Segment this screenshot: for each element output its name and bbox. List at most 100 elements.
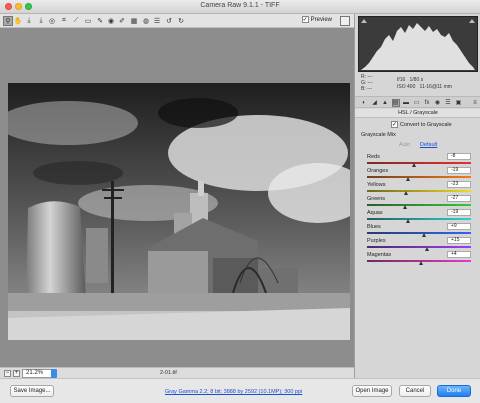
slider-track[interactable] [367,162,471,164]
slider-thumb[interactable] [412,163,417,167]
histogram [358,16,478,72]
grayscale-mix-title: Grayscale Mix [361,132,396,138]
slider-value-field[interactable]: +4 [447,251,471,258]
slider-yellows: Yellows -23 [367,181,475,195]
slider-value-field[interactable]: -19 [447,209,471,216]
done-button[interactable]: Done [437,385,471,397]
cancel-button[interactable]: Cancel [399,385,431,397]
exif-aperture-shutter: f/16 1/80 s [397,77,424,83]
slider-thumb[interactable] [402,205,407,209]
tone-curve-tab-icon[interactable]: ◢ [371,99,379,107]
workflow-options-link[interactable]: Gray Gamma 2.2; 8 bit; 3888 by 2592 (10.… [165,389,302,395]
zoom-in-button[interactable]: + [13,370,20,377]
graduated-filter-tool-icon[interactable]: ▦ [129,16,139,26]
snapshots-tab-icon[interactable]: ▣ [455,99,463,107]
hsl-grayscale-tab-icon[interactable]: ▤ [391,99,400,107]
slider-track[interactable] [367,176,471,178]
slider-value-field[interactable]: -19 [447,167,471,174]
rotate-right-tool-icon[interactable]: ↻ [176,16,186,26]
slider-purples: Purples +15 [367,237,475,251]
slider-thumb[interactable] [418,261,423,265]
slider-label: Oranges [367,168,389,174]
preview-toggle[interactable]: ✓ Preview [301,16,332,23]
tool-bar: ✓ Preview ⚲ ✋ ⤓ ⤓ ◎ ⌗ ⟋ ▭ ✎ ◉ ✐ ▦ ◍ ☰ ↺ ↻ [0,14,354,28]
slider-label: Purples [367,238,386,244]
zoom-tool-icon[interactable]: ⚲ [3,16,13,26]
section-header: HSL / Grayscale [355,109,480,118]
slider-thumb[interactable] [421,233,426,237]
slider-reds: Reds -8 [367,153,475,167]
color-sampler-tool-icon[interactable]: ⤓ [36,16,46,26]
slider-label: Magentas [367,252,392,258]
spot-removal-tool-icon[interactable]: ✎ [95,16,105,26]
split-toning-tab-icon[interactable]: ▬ [402,99,410,107]
slider-value-field[interactable]: -23 [447,181,471,188]
hand-tool-icon[interactable]: ✋ [13,16,23,26]
open-image-button[interactable]: Open Image [352,385,392,397]
image-canvas[interactable] [0,28,354,367]
slider-track[interactable] [367,190,471,192]
adjustment-panel: R: --- G: --- B: --- f/16 1/80 s ISO 400… [354,14,480,378]
camera-calibration-tab-icon[interactable]: ◉ [434,99,442,107]
title-bar: Camera Raw 9.1.1 - TIFF [0,0,480,14]
dialog-footer: Save Image... Gray Gamma 2.2; 8 bit; 388… [0,378,480,403]
slider-track[interactable] [367,218,471,220]
slider-value-field[interactable]: +9 [447,223,471,230]
convert-to-grayscale[interactable]: ✓ Convert to Grayscale [391,121,452,128]
detail-tab-icon[interactable]: ▲ [381,99,389,107]
slider-thumb[interactable] [404,191,409,195]
pixel-readout: R: --- G: --- B: --- f/16 1/80 s ISO 400… [361,74,479,94]
white-balance-tool-icon[interactable]: ⤓ [24,16,34,26]
slider-thumb[interactable] [424,247,429,251]
transform-tool-icon[interactable]: ▭ [83,16,93,26]
slider-value-field[interactable]: +15 [447,237,471,244]
panel-menu-icon[interactable]: ≡ [471,99,479,107]
preferences-tool-icon[interactable]: ☰ [152,16,162,26]
slider-magentas: Magentas +4 [367,251,475,265]
slider-label: Yellows [367,182,386,188]
slider-track[interactable] [367,232,471,234]
slider-label: Blues [367,224,381,230]
slider-label: Aquas [367,210,383,216]
radial-filter-tool-icon[interactable]: ◍ [141,16,151,26]
straighten-tool-icon[interactable]: ⟋ [71,16,81,26]
preview-checkbox[interactable]: ✓ [301,16,309,23]
red-eye-tool-icon[interactable]: ◉ [106,16,116,26]
save-image-button[interactable]: Save Image... [10,385,54,397]
default-button[interactable]: Default [420,142,437,148]
panel-tabs: ◐ ◢ ▲ ▤ ▬ ▭ fx ◉ ☰ ▣ ≡ [355,96,480,108]
slider-thumb[interactable] [406,177,411,181]
slider-aquas: Aquas -19 [367,209,475,223]
effects-tab-icon[interactable]: fx [423,99,431,107]
crop-tool-icon[interactable]: ⌗ [59,16,69,26]
fullscreen-toggle-icon[interactable] [340,16,350,26]
image-preview[interactable] [8,83,350,340]
zoom-dropdown-icon[interactable] [51,369,57,378]
basic-tab-icon[interactable]: ◐ [360,99,368,107]
grayscale-photo-illustration [8,83,350,340]
rotate-left-tool-icon[interactable]: ↺ [164,16,174,26]
lens-corrections-tab-icon[interactable]: ▭ [413,99,421,107]
convert-label: Convert to Grayscale [400,121,452,128]
slider-oranges: Oranges -19 [367,167,475,181]
adjustment-brush-tool-icon[interactable]: ✐ [117,16,127,26]
exif-iso-lens: ISO 400 11-16@11 mm [397,84,452,90]
slider-value-field[interactable]: -27 [447,195,471,202]
readout-b: B: --- [361,86,373,92]
highlight-clipping-warning-icon[interactable] [469,19,475,23]
slider-track[interactable] [367,204,471,206]
shadow-clipping-warning-icon[interactable] [361,19,367,23]
zoom-out-button[interactable]: − [4,370,11,377]
slider-value-field[interactable]: -8 [447,153,471,160]
slider-thumb[interactable] [406,219,411,223]
slider-greens: Greens -27 [367,195,475,209]
convert-checkbox[interactable]: ✓ [391,121,398,128]
mix-actions: Auto Default [399,142,437,148]
slider-blues: Blues +9 [367,223,475,237]
slider-track[interactable] [367,246,471,248]
targeted-adjustment-tool-icon[interactable]: ◎ [47,16,57,26]
presets-tab-icon[interactable]: ☰ [444,99,452,107]
slider-label: Reds [367,154,380,160]
auto-button[interactable]: Auto [399,142,410,148]
zoom-level-field[interactable]: 21.2% [22,369,52,378]
